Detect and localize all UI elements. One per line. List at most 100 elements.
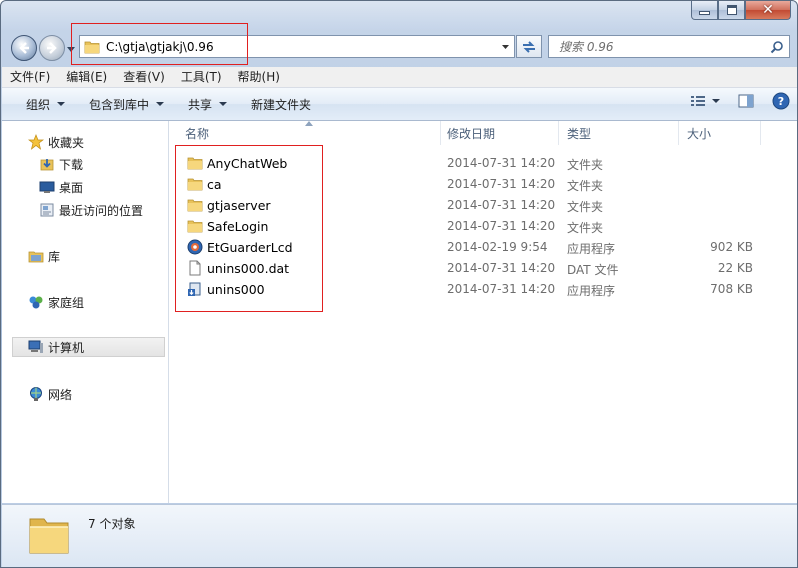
folder-icon — [187, 220, 203, 233]
nav-computer-label: 计算机 — [48, 340, 85, 355]
chevron-down-icon — [156, 102, 165, 106]
menu-bar: 文件(F) 编辑(E) 查看(V) 工具(T) 帮助(H) — [2, 67, 797, 88]
minimize-button[interactable] — [691, 1, 718, 20]
arrow-left-icon — [19, 42, 29, 54]
back-button[interactable] — [11, 35, 37, 61]
forward-button[interactable] — [39, 35, 65, 61]
app-icon — [187, 239, 203, 255]
recent-pages-dropdown-icon[interactable] — [67, 45, 75, 53]
search-input[interactable] — [557, 38, 761, 55]
navigation-pane: 收藏夹 下载 桌面 最近访问的位置 库 家庭组 计算机 网络 — [2, 121, 169, 503]
file-type: DAT 文件 — [567, 263, 619, 277]
chevron-down-icon[interactable] — [712, 99, 720, 103]
file-type: 文件夹 — [567, 158, 604, 172]
item-count: 7 个对象 — [88, 517, 136, 531]
nav-recent-label: 最近访问的位置 — [59, 203, 144, 218]
file-name: unins000 — [207, 282, 265, 297]
preview-pane-icon[interactable] — [738, 94, 754, 108]
file-date: 2014-07-31 14:20 — [447, 156, 556, 170]
nav-libraries[interactable]: 库 — [28, 246, 60, 266]
file-size: 22 KB — [717, 261, 753, 275]
minimize-icon — [699, 11, 710, 15]
close-button[interactable]: ✕ — [745, 1, 791, 20]
file-icon — [189, 260, 201, 276]
title-bar — [1, 1, 797, 31]
file-row[interactable]: EtGuarderLcd 2014-02-19 9:54 应用程序 902 KB — [177, 237, 777, 258]
file-type: 文件夹 — [567, 221, 604, 235]
file-date: 2014-07-31 14:20 — [447, 177, 556, 191]
file-row[interactable]: ca 2014-07-31 14:20 文件夹 — [177, 174, 777, 195]
command-bar: 组织 包含到库中 共享 新建文件夹 ? — [2, 88, 797, 121]
nav-recent[interactable]: 最近访问的位置 — [39, 200, 143, 220]
file-date: 2014-07-31 14:20 — [447, 282, 556, 296]
folder-icon — [84, 41, 100, 53]
computer-icon — [28, 339, 44, 355]
explorer-window: ✕ C:\gtja\gtjakj\0.96 文件(F) 编辑(E) 查看(V) … — [0, 0, 798, 568]
caption-buttons: ✕ — [691, 1, 791, 20]
nav-downloads[interactable]: 下载 — [39, 154, 83, 174]
menu-file[interactable]: 文件(F) — [2, 67, 58, 87]
arrow-right-icon — [47, 42, 57, 54]
homegroup-icon — [28, 294, 44, 310]
help-icon[interactable]: ? — [772, 92, 790, 110]
details-pane: 7 个对象 — [2, 504, 797, 567]
nav-downloads-label: 下载 — [59, 157, 84, 172]
organize-label: 组织 — [26, 97, 51, 112]
menu-help[interactable]: 帮助(H) — [230, 67, 288, 87]
include-in-library-label: 包含到库中 — [89, 97, 150, 112]
file-date: 2014-07-31 14:20 — [447, 198, 556, 212]
column-name[interactable]: 名称 — [177, 121, 441, 145]
address-bar[interactable]: C:\gtja\gtjakj\0.96 — [79, 35, 515, 58]
file-type: 应用程序 — [567, 284, 616, 298]
command-bar-right: ? — [690, 92, 790, 110]
close-icon: ✕ — [762, 2, 774, 18]
chevron-down-icon — [57, 102, 66, 106]
nav-favorites[interactable]: 收藏夹 — [28, 132, 84, 152]
nav-network-label: 网络 — [48, 387, 73, 402]
maximize-icon — [726, 5, 737, 15]
menu-edit[interactable]: 编辑(E) — [58, 67, 115, 87]
nav-computer[interactable]: 计算机 — [12, 337, 165, 357]
column-date[interactable]: 修改日期 — [439, 121, 559, 145]
installer-icon — [188, 282, 201, 296]
file-row[interactable]: AnyChatWeb 2014-07-31 14:20 文件夹 — [177, 153, 777, 174]
organize-button[interactable]: 组织 — [14, 91, 77, 117]
new-folder-button[interactable]: 新建文件夹 — [239, 91, 323, 117]
column-size[interactable]: 大小 — [679, 121, 761, 145]
include-in-library-button[interactable]: 包含到库中 — [77, 91, 176, 117]
file-name: unins000.dat — [207, 261, 290, 276]
refresh-button[interactable] — [516, 35, 542, 58]
column-type[interactable]: 类型 — [559, 121, 679, 145]
file-size: 902 KB — [710, 240, 753, 254]
star-icon — [28, 134, 44, 150]
file-row[interactable]: unins000 2014-07-31 14:20 应用程序 708 KB — [177, 279, 777, 300]
nav-homegroup[interactable]: 家庭组 — [28, 292, 84, 312]
share-label: 共享 — [188, 97, 213, 112]
navigation-row: C:\gtja\gtjakj\0.96 — [1, 31, 797, 65]
nav-favorites-label: 收藏夹 — [48, 135, 85, 150]
share-button[interactable]: 共享 — [176, 91, 239, 117]
nav-desktop[interactable]: 桌面 — [39, 177, 83, 197]
menu-view[interactable]: 查看(V) — [115, 67, 173, 87]
file-name: EtGuarderLcd — [207, 240, 293, 255]
refresh-icon — [523, 40, 535, 53]
view-options-icon[interactable] — [690, 94, 706, 108]
maximize-button[interactable] — [718, 1, 745, 20]
file-row[interactable]: gtjaserver 2014-07-31 14:20 文件夹 — [177, 195, 777, 216]
chevron-down-icon[interactable] — [501, 42, 510, 51]
search-box[interactable] — [548, 35, 790, 58]
file-name: AnyChatWeb — [207, 156, 288, 171]
menu-tools[interactable]: 工具(T) — [173, 67, 230, 87]
search-icon[interactable] — [770, 40, 784, 54]
chevron-down-icon — [219, 102, 228, 106]
file-size: 708 KB — [710, 282, 753, 296]
new-folder-label: 新建文件夹 — [251, 97, 312, 112]
file-name: SafeLogin — [207, 219, 269, 234]
folder-icon — [187, 157, 203, 170]
nav-network[interactable]: 网络 — [28, 384, 72, 404]
folder-icon — [187, 199, 203, 212]
file-row[interactable]: unins000.dat 2014-07-31 14:20 DAT 文件 22 … — [177, 258, 777, 279]
recent-places-icon — [39, 202, 55, 218]
network-icon — [28, 386, 44, 402]
file-row[interactable]: SafeLogin 2014-07-31 14:20 文件夹 — [177, 216, 777, 237]
